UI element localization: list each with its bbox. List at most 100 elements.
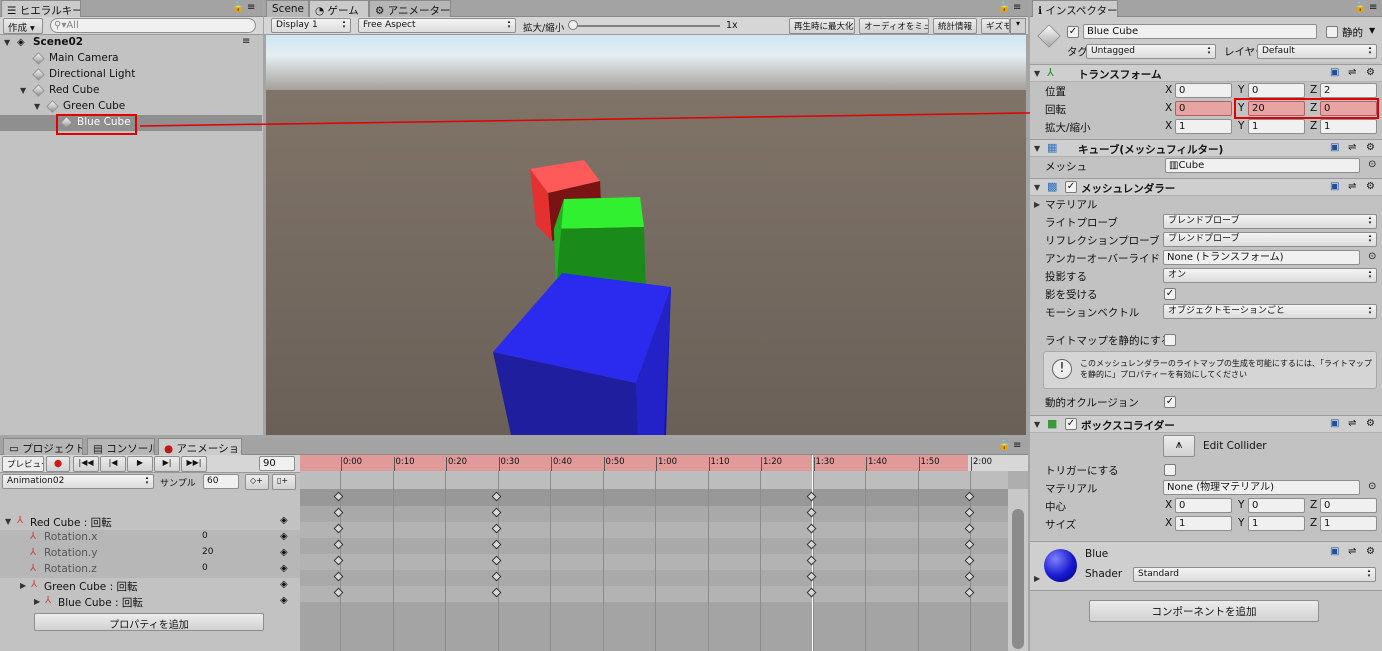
samples-input[interactable]: 60 [203,474,239,489]
gizmos-button[interactable]: ギズモ [981,18,1010,34]
collider-material-field[interactable]: None (物理マテリアル) [1163,480,1360,495]
light-probes-dropdown[interactable]: ブレンドプローブ [1163,214,1377,229]
size-z-input[interactable]: 1 [1320,516,1377,531]
position-y-input[interactable]: 0 [1248,83,1305,98]
expand-arrow-icon[interactable]: ▼ [4,38,10,47]
list-item[interactable]: Main Camera [0,51,262,67]
scale-slider-track[interactable] [572,25,720,27]
summary-keyframe-lane[interactable] [300,489,1008,506]
tag-dropdown[interactable]: Untagged [1086,44,1216,59]
shader-dropdown[interactable]: Standard [1133,567,1376,582]
gizmos-dropdown-icon[interactable]: ▾ [1010,18,1026,34]
help-icon[interactable]: ▣ [1330,181,1339,192]
prev-keyframe-button[interactable]: |◀ [100,456,126,472]
keyframe-diamond-icon[interactable]: ◈ [280,563,288,574]
preview-button[interactable]: プレビュー [2,456,44,472]
add-property-button[interactable]: プロパティを追加 [34,613,264,631]
expand-arrow-icon[interactable]: ▼ [34,102,40,111]
reflection-probes-dropdown[interactable]: ブレンドプローブ [1163,232,1377,247]
scene-menu-icon[interactable]: ≡ [242,36,250,47]
object-picker-icon[interactable]: ⊙ [1368,481,1376,492]
preset-icon[interactable]: ⇌ [1348,418,1356,429]
size-y-input[interactable]: 1 [1248,516,1305,531]
play-button[interactable]: ▶ [127,456,153,472]
object-picker-icon[interactable]: ⊙ [1368,159,1376,170]
scale-x-input[interactable]: 1 [1175,119,1232,134]
expand-arrow-icon[interactable]: ▼ [1034,183,1040,192]
mesh-filter-header[interactable]: ▼ ▦ キューブ(メッシュフィルター) ▣ ⇌ ⚙ [1030,139,1382,157]
rotation-x-input[interactable]: 0 [1175,101,1232,116]
dynamic-occlusion-checkbox[interactable]: ✓ [1164,396,1176,408]
collapse-arrow-icon[interactable]: ▶ [1034,574,1040,583]
clip-dropdown[interactable]: Animation02 [2,474,154,489]
preset-icon[interactable]: ⇌ [1348,142,1356,153]
last-keyframe-button[interactable]: ▶▶| [181,456,207,472]
is-trigger-checkbox[interactable] [1164,464,1176,476]
add-component-button[interactable]: コンポーネントを追加 [1089,600,1319,622]
scene-row[interactable]: ▼ ◈ Scene02 ≡ [0,35,262,51]
search-input[interactable]: ⚲▾All [50,18,256,33]
next-keyframe-button[interactable]: ▶| [154,456,180,472]
lightmap-static-checkbox[interactable] [1164,334,1176,346]
expand-arrow-icon[interactable]: ▼ [5,517,11,526]
box-collider-enabled-checkbox[interactable]: ✓ [1065,418,1077,430]
keyframe-diamond-icon[interactable]: ◈ [280,531,288,542]
center-x-input[interactable]: 0 [1175,498,1232,513]
add-keyframe-button[interactable]: ◇+ [245,474,269,490]
size-x-input[interactable]: 1 [1175,516,1232,531]
tab-inspector[interactable]: ℹ インスペクター [1032,0,1118,17]
property-row[interactable]: ▶ ⅄ Blue Cube : 回転 ◈ [0,594,300,610]
menu-icon[interactable]: ≡ [1013,440,1021,451]
anchor-override-field[interactable]: None (トランスフォーム) [1163,250,1360,265]
motion-vectors-dropdown[interactable]: オブジェクトモーションごと [1163,304,1377,319]
layer-dropdown[interactable]: Default [1257,44,1377,59]
mesh-renderer-header[interactable]: ▼ ▩ ✓ メッシュレンダラー ▣ ⇌ ⚙ [1030,178,1382,196]
tab-console[interactable]: ▤ コンソール [87,438,155,455]
preset-icon[interactable]: ⇌ [1348,67,1356,78]
help-icon[interactable]: ▣ [1330,418,1339,429]
lock-icon[interactable]: 🔒 [998,440,1010,451]
mesh-renderer-enabled-checkbox[interactable]: ✓ [1065,181,1077,193]
settings-gear-icon[interactable]: ⚙ [1366,142,1375,153]
property-row[interactable]: ⅄ Rotation.z 0 ◈ [0,562,300,578]
materials-label[interactable]: マテリアル [1045,197,1097,212]
settings-gear-icon[interactable]: ⚙ [1366,546,1375,557]
lock-icon[interactable]: 🔒 [1354,2,1366,13]
stats-button[interactable]: 統計情報 [933,18,977,34]
scale-z-input[interactable]: 1 [1320,119,1377,134]
keyframe-diamond-icon[interactable]: ◈ [280,515,288,526]
keyframe-diamond-icon[interactable]: ◈ [280,547,288,558]
cast-shadows-dropdown[interactable]: オン [1163,268,1377,283]
property-row[interactable]: ⅄ Rotation.y 20 ◈ [0,546,300,562]
expand-arrow-icon[interactable]: ▼ [1034,420,1040,429]
tab-animation[interactable]: ● アニメーション [158,438,242,455]
timeline-scrollbar[interactable] [1008,489,1028,651]
settings-gear-icon[interactable]: ⚙ [1366,67,1375,78]
display-dropdown[interactable]: Display 1 [271,18,351,33]
animation-timeline[interactable]: 0:00 0:10 0:20 0:30 0:40 0:50 1:00 1:10 1:20 1:30… [300,455,1028,651]
static-checkbox[interactable] [1326,26,1338,38]
material-preview-sphere[interactable] [1044,549,1077,582]
position-z-input[interactable]: 2 [1320,83,1377,98]
keyframe-diamond-icon[interactable]: ◈ [280,579,288,590]
collapse-arrow-icon[interactable]: ▶ [20,581,26,590]
help-icon[interactable]: ▣ [1330,67,1339,78]
game-viewport[interactable] [266,35,1026,435]
transform-header[interactable]: ▼ ⅄ トランスフォーム ▣ ⇌ ⚙ [1030,64,1382,82]
menu-icon[interactable]: ≡ [247,2,255,13]
expand-arrow-icon[interactable]: ▼ [1034,69,1040,78]
object-picker-icon[interactable]: ⊙ [1368,251,1376,262]
create-button[interactable]: 作成 ▾ [3,18,43,34]
aspect-dropdown[interactable]: Free Aspect [358,18,516,33]
property-row[interactable]: ⅄ Rotation.x 0 ◈ [0,530,300,546]
playhead[interactable] [812,455,813,651]
settings-gear-icon[interactable]: ⚙ [1366,181,1375,192]
collapse-arrow-icon[interactable]: ▶ [34,597,40,606]
record-button[interactable]: ● [46,456,70,472]
help-icon[interactable]: ▣ [1330,546,1339,557]
scale-slider-handle[interactable] [568,20,578,30]
scrollbar-thumb[interactable] [1012,509,1024,649]
active-checkbox[interactable]: ✓ [1067,26,1079,38]
tab-animator[interactable]: ⚙ アニメーター [369,0,451,17]
preset-icon[interactable]: ⇌ [1348,546,1356,557]
